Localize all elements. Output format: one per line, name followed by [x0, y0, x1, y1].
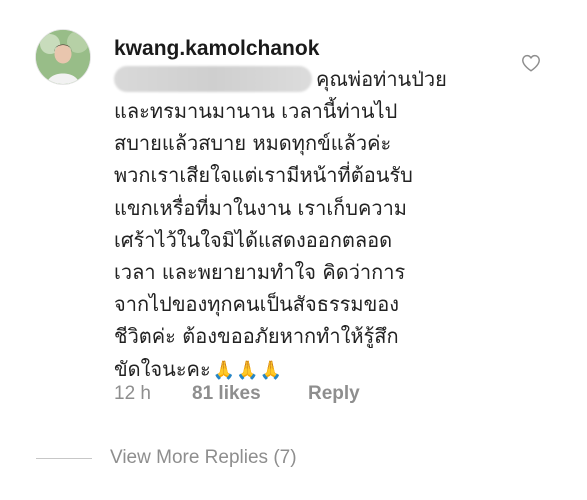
- comment-text-line: สบายแล้วสบาย หมดทุกข์แล้วค่ะ: [114, 131, 392, 156]
- comment-likes[interactable]: 81 likes: [192, 380, 261, 408]
- avatar-photo: [36, 30, 90, 84]
- comment-text-line: เวลา และพยายามทำใจ คิดว่าการ: [114, 260, 406, 285]
- view-more-replies-button[interactable]: View More Replies (7): [110, 444, 297, 472]
- replies-divider: [36, 458, 92, 459]
- comment-timestamp: 12 h: [114, 383, 151, 404]
- heart-outline-icon: [522, 54, 540, 72]
- comment-text-line: และทรมานมานาน เวลานี้ท่านไป: [114, 99, 398, 123]
- comment-username[interactable]: kwang.kamolchanok: [114, 36, 319, 62]
- comment-text-line: พวกเราเสียใจแต่เรามีหน้าที่ต้อนรับ: [114, 163, 413, 188]
- heart-icon[interactable]: [520, 52, 542, 74]
- comment-last-text: ขัดใจนะคะ: [114, 356, 211, 381]
- redacted-mention: [114, 66, 312, 92]
- avatar[interactable]: [36, 30, 90, 84]
- comment-body: และทรมานมานาน เวลานี้ท่านไป สบายแล้วสบาย…: [114, 95, 534, 387]
- comment-text-line: แขกเหรื่อที่มาในงาน เราเก็บความ: [114, 195, 407, 220]
- reply-button[interactable]: Reply: [308, 380, 360, 408]
- comment-text-line: เศร้าไว้ในใจมิได้แสดงออกตลอด: [114, 227, 393, 252]
- comment-text-line: จากไปของทุกคนเป็นสัจธรรมของ: [114, 292, 400, 317]
- comment-text-first-line: คุณพ่อท่านป่วย: [316, 67, 447, 91]
- comment-text-line: ชีวิตค่ะ ต้องขออภัยหากทำให้รู้สึก: [114, 324, 399, 349]
